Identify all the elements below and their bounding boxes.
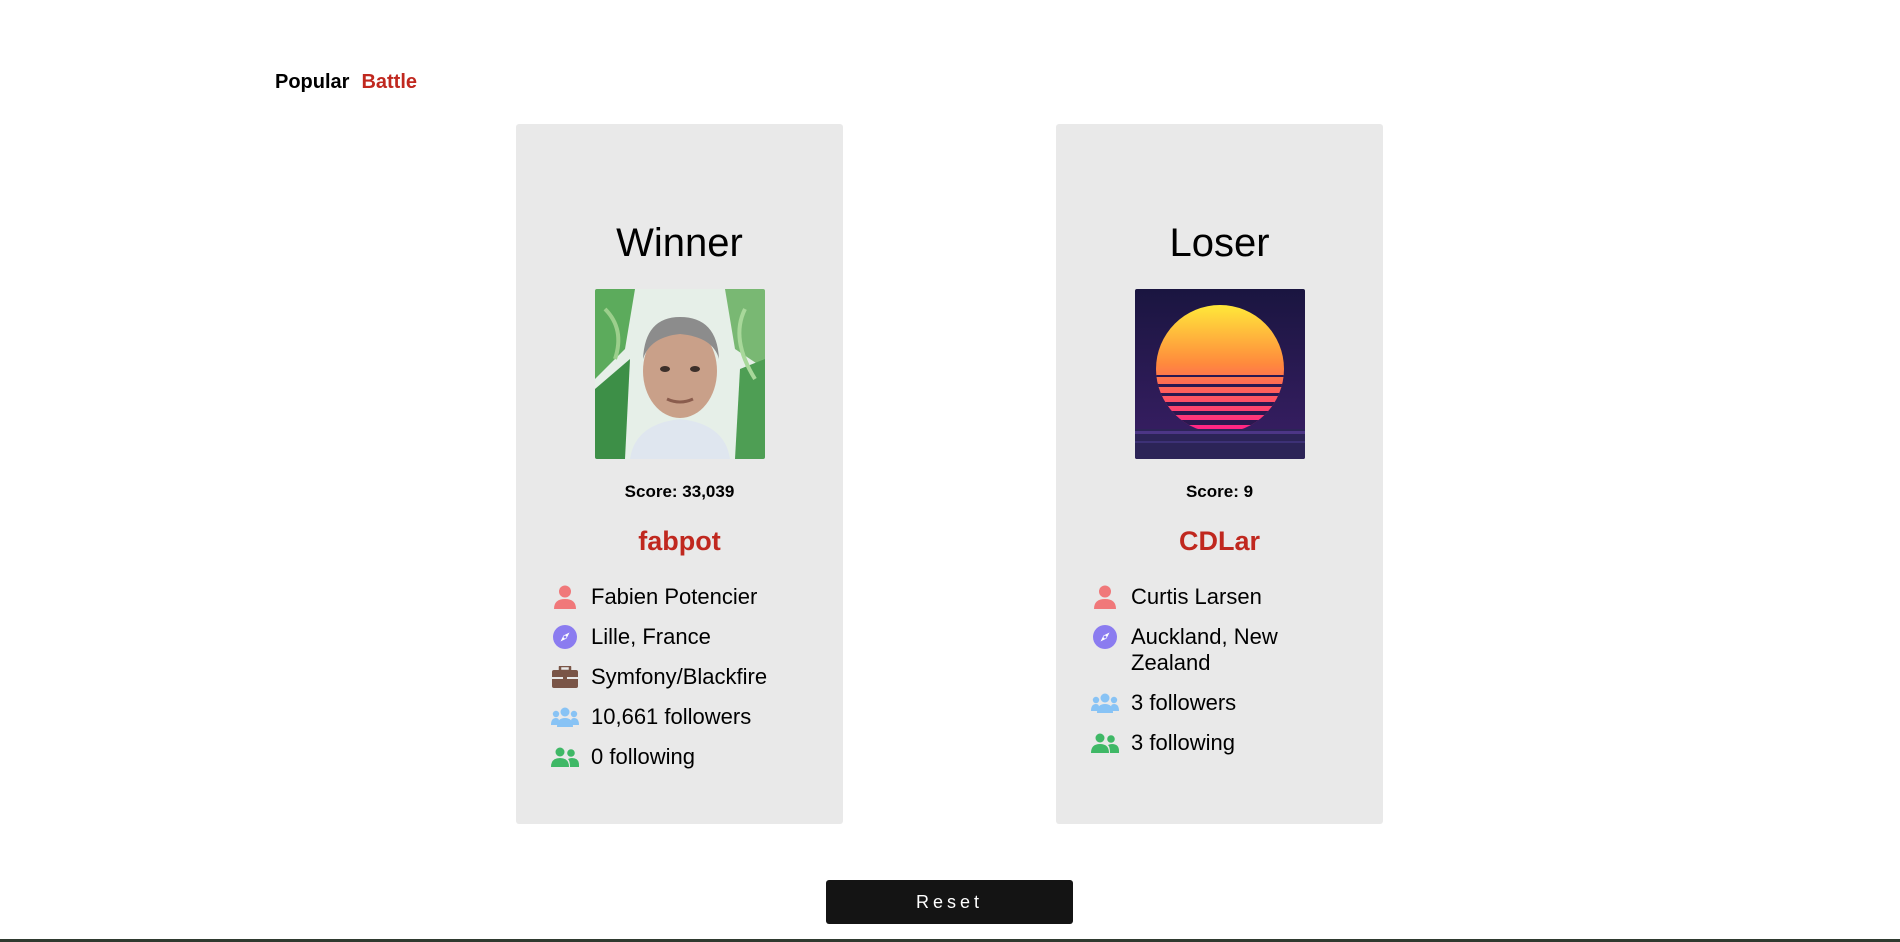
username-link[interactable]: CDLar [1056, 526, 1383, 557]
winner-card: Winner Score: 33,039 fabpot Fabien Poten… [516, 124, 843, 824]
briefcase-icon [551, 664, 579, 690]
info-following: 0 following [551, 744, 821, 770]
reset-button[interactable]: Reset [826, 880, 1073, 924]
avatar [595, 289, 765, 459]
info-location: Auckland, New Zealand [1091, 624, 1361, 676]
score: Score: 9 [1185, 482, 1254, 501]
users-icon [551, 704, 579, 730]
card-title: Loser [1169, 220, 1270, 265]
info-followers: 3 followers [1091, 690, 1361, 716]
info-following: 3 following [1091, 730, 1361, 756]
user-info-list: Curtis Larsen Auckland, New Zealand 3 fo… [1091, 584, 1361, 770]
username-link[interactable]: fabpot [516, 526, 843, 557]
compass-icon [551, 624, 579, 650]
user-friends-icon [551, 744, 579, 770]
nav-battle[interactable]: Battle [361, 70, 417, 94]
card-title: Winner [616, 220, 743, 265]
score: Score: 33,039 [624, 482, 735, 501]
avatar [1135, 289, 1305, 459]
info-name: Curtis Larsen [1091, 584, 1361, 610]
avatar-photo-fabpot [595, 289, 765, 459]
info-location: Lille, France [551, 624, 821, 650]
battle-results-page: Popular Battle Winner Score: 33,039 fabp… [0, 0, 1900, 942]
user-icon [551, 584, 579, 610]
nav-popular[interactable]: Popular [275, 70, 349, 94]
info-company: Symfony/Blackfire [551, 664, 821, 690]
user-info-list: Fabien Potencier Lille, France Symfony/B… [551, 584, 821, 784]
loser-card: Loser Score: 9 CDLar Curtis Larsen Auckl… [1056, 124, 1383, 824]
user-icon [1091, 584, 1119, 610]
avatar-synthwave-sun [1135, 289, 1305, 459]
user-friends-icon [1091, 730, 1119, 756]
top-nav: Popular Battle [275, 70, 417, 94]
compass-icon [1091, 624, 1119, 650]
info-name: Fabien Potencier [551, 584, 821, 610]
info-followers: 10,661 followers [551, 704, 821, 730]
users-icon [1091, 690, 1119, 716]
